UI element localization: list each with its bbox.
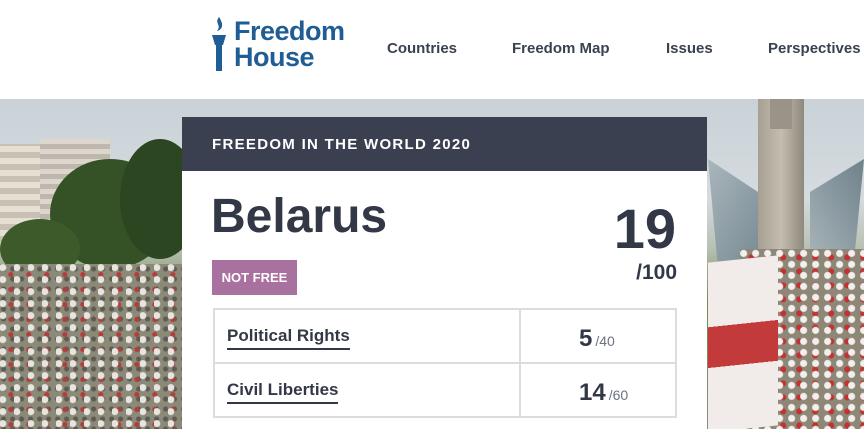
nav-countries[interactable]: Countries [387,40,457,57]
logo-line-1: Freedom [234,16,345,46]
political-rights-link[interactable]: Political Rights [227,326,350,350]
row-value-cell: 14/60 [521,364,675,416]
nav-issues[interactable]: Issues [666,40,713,57]
status-badge: NOT FREE [212,260,297,295]
table-row: Political Rights 5/40 [215,310,675,364]
political-rights-max: /40 [595,333,615,349]
white-red-white-flag [708,255,778,429]
row-label-cell: Political Rights [215,310,521,362]
monument-top [770,99,792,129]
nav-perspectives[interactable]: Perspectives [768,40,861,57]
site-header: Freedom House Countries Freedom Map Issu… [0,0,864,99]
card-header: FREEDOM IN THE WORLD 2020 [182,117,707,171]
country-score-card: FREEDOM IN THE WORLD 2020 Belarus NOT FR… [182,117,707,429]
civil-liberties-link[interactable]: Civil Liberties [227,380,339,404]
row-value-cell: 5/40 [521,310,675,362]
logo-wordmark: Freedom House [234,16,345,72]
crowd-left [0,264,200,429]
nav-freedom-map[interactable]: Freedom Map [512,40,610,57]
logo-line-2: House [234,42,315,72]
table-row: Civil Liberties 14/60 [215,364,675,416]
freedom-house-logo[interactable]: Freedom House [210,15,345,73]
row-label-cell: Civil Liberties [215,364,521,416]
country-name: Belarus [211,190,388,243]
report-title: FREEDOM IN THE WORLD 2020 [212,136,472,153]
total-score: 19 [613,197,676,260]
torch-icon [212,17,226,71]
score-max: /100 [636,261,677,284]
scores-table: Political Rights 5/40 Civil Liberties 14… [213,308,677,418]
political-rights-score: 5 [579,325,593,352]
civil-liberties-score: 14 [579,379,606,406]
civil-liberties-max: /60 [608,387,629,403]
